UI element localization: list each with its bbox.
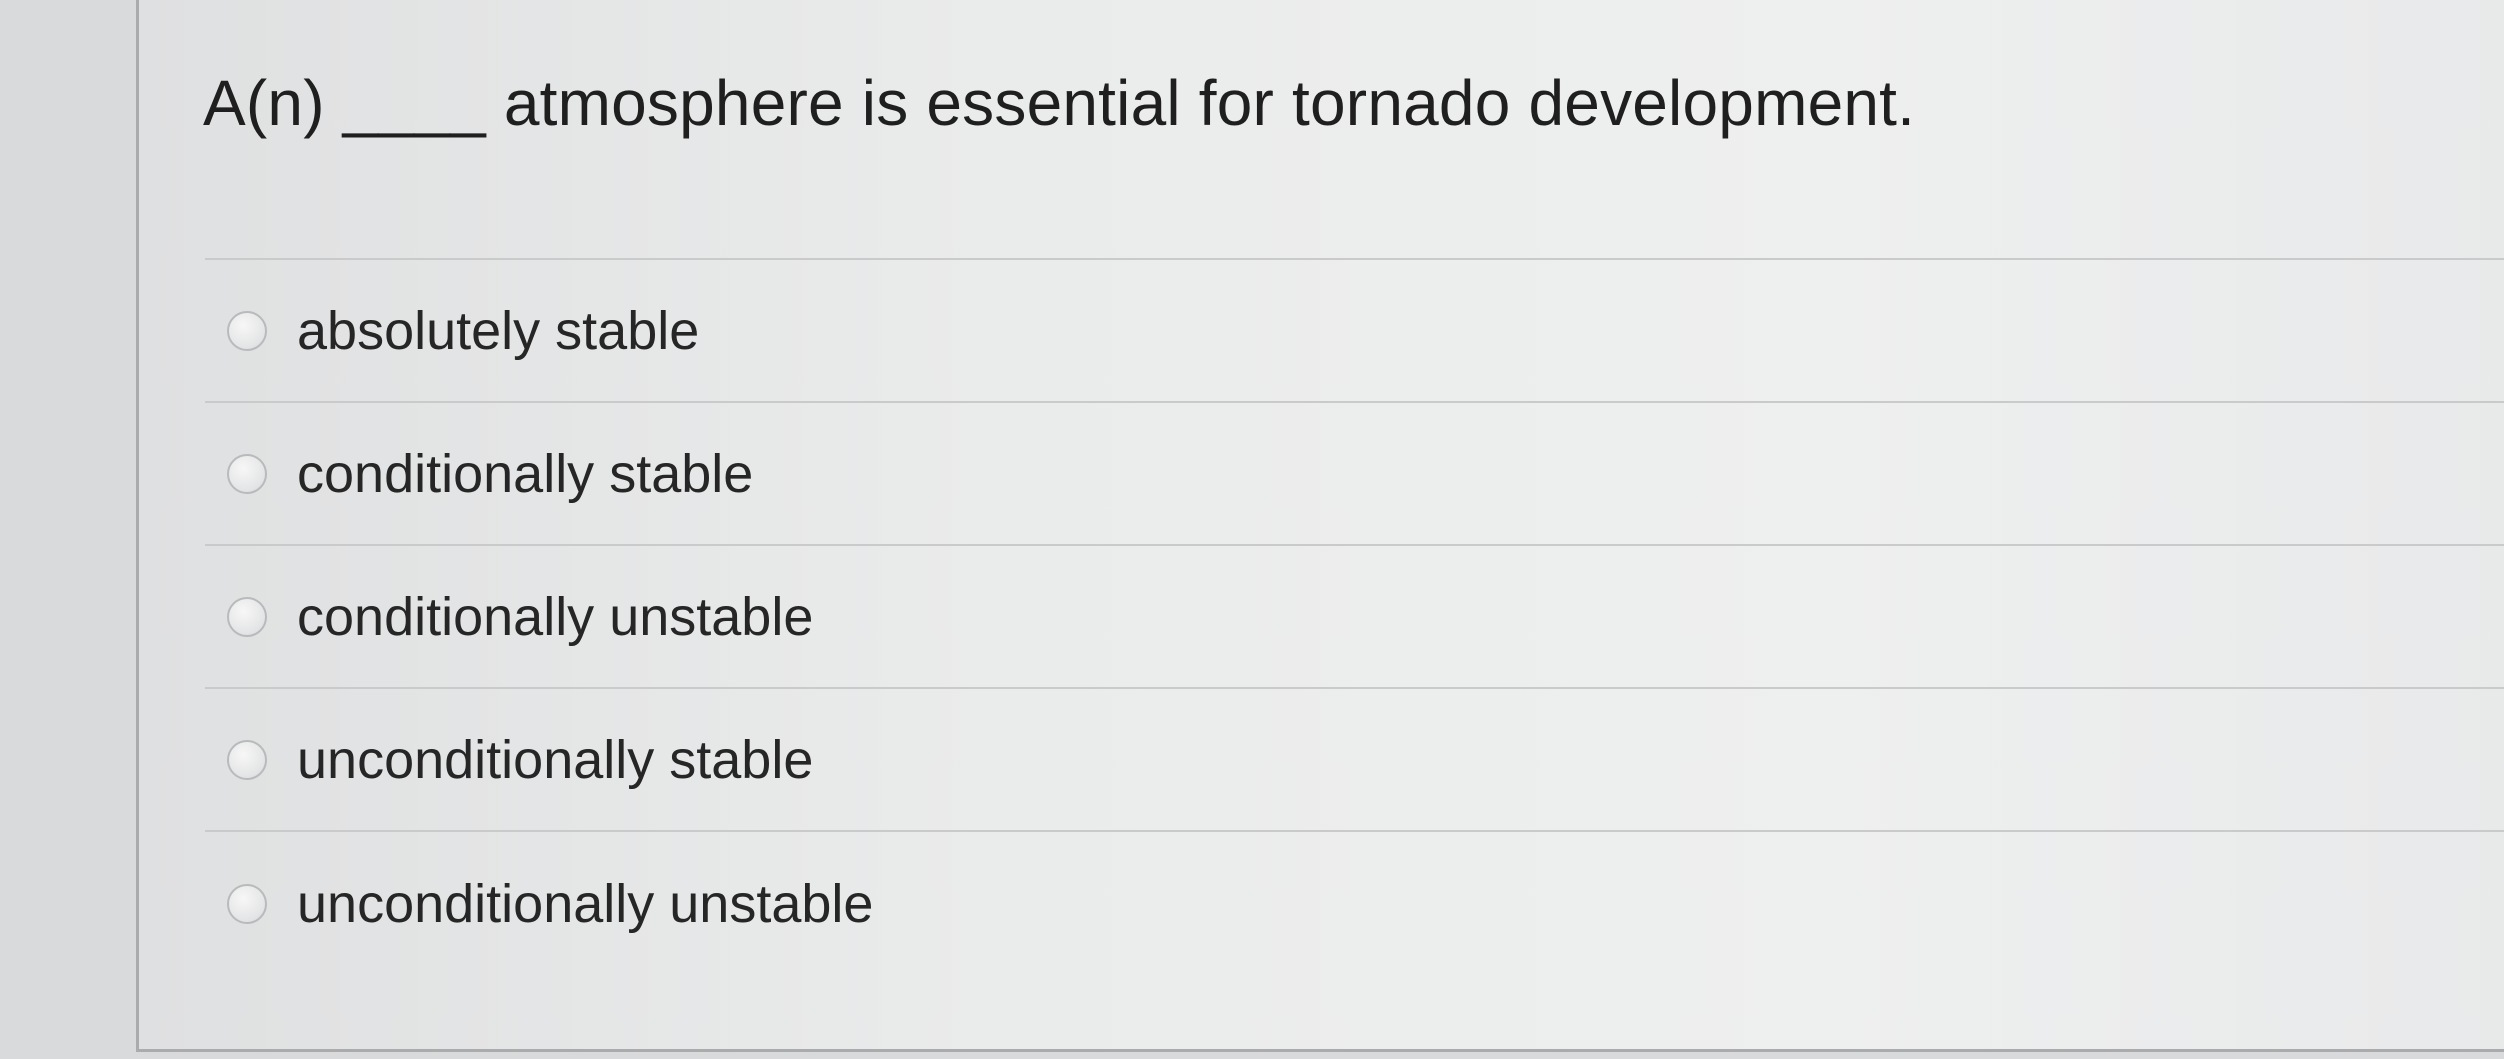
answer-option-label: unconditionally stable [297,729,814,790]
radio-button[interactable] [227,883,267,924]
answer-option-label: absolutely stable [297,300,700,361]
radio-button[interactable] [227,739,267,780]
answer-option-absolutely-stable[interactable]: absolutely stable [205,260,2504,403]
answer-option-label: conditionally unstable [297,586,814,647]
answer-option-conditionally-stable[interactable]: conditionally stable [205,403,2504,546]
answer-option-unconditionally-stable[interactable]: unconditionally stable [205,689,2504,832]
answer-option-unconditionally-unstable[interactable]: unconditionally unstable [205,832,2504,975]
question-text: A(n) ____ atmosphere is essential for to… [203,67,1916,139]
answer-option-conditionally-unstable[interactable]: conditionally unstable [205,546,2504,689]
radio-button[interactable] [227,310,267,351]
answer-option-label: unconditionally unstable [297,873,874,934]
radio-button[interactable] [227,453,267,494]
answer-option-label: conditionally stable [297,443,754,504]
answer-options: absolutely stable conditionally stable c… [205,258,2504,975]
radio-button[interactable] [227,596,267,637]
